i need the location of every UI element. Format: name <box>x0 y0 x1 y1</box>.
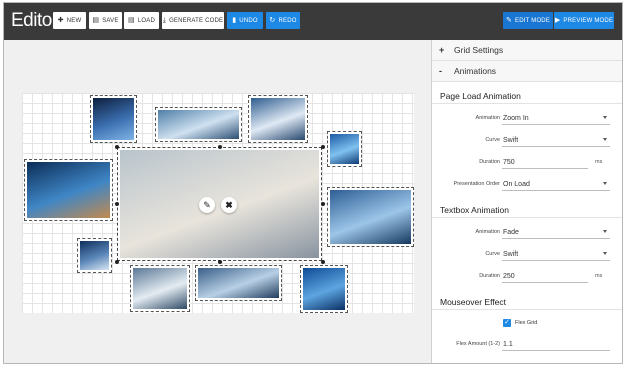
edit-image-button[interactable]: ✎ <box>199 197 215 213</box>
resize-handle-bottom[interactable] <box>218 260 222 264</box>
resize-handle-top[interactable] <box>218 145 222 149</box>
plus-icon: ✚ <box>57 17 64 24</box>
page-load-animation-title: Page Load Animation <box>432 82 622 104</box>
resize-handle-bottom-left[interactable] <box>115 260 119 264</box>
chevron-down-icon <box>603 116 607 119</box>
snowy-peaks-image <box>251 98 305 140</box>
chevron-down-icon <box>603 182 607 185</box>
road-sunset-image <box>120 150 319 258</box>
save-icon: ▤ <box>92 17 100 24</box>
tile-road-sunset[interactable] <box>117 147 322 261</box>
flex-amount-row: Flex Amount (1-2) 1.1 <box>432 334 622 356</box>
checkmark-icon: ✓ <box>504 319 510 326</box>
presentation-order-select[interactable]: On Load <box>502 178 610 191</box>
top-bar: Editor ✚ NEW ▤ SAVE ▤ LOAD ⤓ GENERATE CODE ▮… <box>4 3 622 40</box>
flex-amount-input[interactable]: 1.1 <box>502 338 610 351</box>
textbox-animation-row: Animation Fade <box>432 222 622 244</box>
accordion-animations[interactable]: - Animations <box>432 61 622 82</box>
page-load-animation-row: Animation Zoom In <box>432 108 622 130</box>
edit-mode-button[interactable]: ✎ EDIT MODE <box>503 12 553 29</box>
textbox-animation-title: Textbox Animation <box>432 196 622 218</box>
redo-icon: ↻ <box>269 17 276 24</box>
new-button[interactable]: ✚ NEW <box>53 12 86 29</box>
textbox-duration-row: Duration 250 ms <box>432 266 622 288</box>
download-icon: ⤓ <box>162 17 167 24</box>
app-title: Editor <box>11 10 58 31</box>
blue-tent-image <box>80 241 109 270</box>
page-load-curve-select[interactable]: Swift <box>502 134 610 147</box>
resize-handle-top-right[interactable] <box>321 145 325 149</box>
tile-golden-gate[interactable] <box>327 187 414 247</box>
canvas-workspace: ✎ ✖ <box>4 40 430 363</box>
chevron-down-icon <box>603 138 607 141</box>
edit-mode-icon: ✎ <box>505 17 513 24</box>
redo-button[interactable]: ↻ REDO <box>266 12 300 29</box>
preview-mode-button[interactable]: ▶ PREVIEW MODE <box>554 12 614 29</box>
snow-mountain-image <box>133 268 187 309</box>
collapse-icon: - <box>439 66 442 76</box>
tile-alpine-range[interactable] <box>195 265 282 301</box>
tile-mountain-lake[interactable] <box>155 107 242 142</box>
resize-handle-right[interactable] <box>321 202 325 206</box>
tile-snowy-peaks[interactable] <box>248 95 308 143</box>
chevron-down-icon <box>603 230 607 233</box>
resize-handle-top-left[interactable] <box>115 145 119 149</box>
save-button[interactable]: ▤ SAVE <box>89 12 122 29</box>
settings-panel: + Grid Settings - Animations Page Load A… <box>431 40 622 363</box>
textbox-animation-select[interactable]: Fade <box>502 226 610 239</box>
mountain-lake-image <box>158 110 239 139</box>
page-load-duration-row: Duration 750 ms <box>432 152 622 174</box>
lake-reflection-image <box>27 162 110 218</box>
tile-galaxy[interactable] <box>90 95 137 143</box>
flex-grid-checkbox[interactable]: ✓ <box>503 319 511 327</box>
trash-icon: ▮ <box>232 17 237 24</box>
golden-gate-image <box>330 190 411 244</box>
page-load-animation-select[interactable]: Zoom In <box>502 112 610 125</box>
close-icon: ✖ <box>225 199 233 210</box>
undo-button[interactable]: ▮ UNDO <box>227 12 263 29</box>
ice-cave-image <box>330 134 359 164</box>
tile-snow-mountain[interactable] <box>130 265 190 312</box>
alpine-range-image <box>198 268 279 298</box>
textbox-curve-select[interactable]: Swift <box>502 248 610 261</box>
generate-code-button[interactable]: ⤓ GENERATE CODE <box>162 12 224 29</box>
page-load-duration-input[interactable]: 750 <box>502 156 588 169</box>
editor-window: Editor ✚ NEW ▤ SAVE ▤ LOAD ⤓ GENERATE CODE ▮… <box>3 2 623 364</box>
tile-blue-tent[interactable] <box>77 238 112 273</box>
page-load-curve-row: Curve Swift <box>432 130 622 152</box>
pencil-icon: ✎ <box>203 199 211 210</box>
textbox-duration-input[interactable]: 250 <box>502 270 588 283</box>
tile-ice-cave[interactable] <box>327 131 362 167</box>
galaxy-image <box>93 98 134 140</box>
mouseover-effect-title: Mouseover Effect <box>432 288 622 310</box>
play-icon: ▶ <box>554 17 561 24</box>
expand-icon: + <box>439 45 445 55</box>
wave-image <box>303 268 345 310</box>
load-button[interactable]: ▤ LOAD <box>124 12 159 29</box>
tile-wave[interactable] <box>300 265 348 313</box>
tile-lake-reflection[interactable] <box>24 159 113 221</box>
load-icon: ▤ <box>128 17 135 24</box>
chevron-down-icon <box>603 252 607 255</box>
textbox-curve-row: Curve Swift <box>432 244 622 266</box>
resize-handle-bottom-right[interactable] <box>321 260 325 264</box>
presentation-order-row: Presentation Order On Load <box>432 174 622 196</box>
delete-image-button[interactable]: ✖ <box>221 197 237 213</box>
accordion-grid-settings[interactable]: + Grid Settings <box>432 40 622 61</box>
resize-handle-left[interactable] <box>115 202 119 206</box>
flex-grid-row: ✓ Flex Grid <box>503 319 538 327</box>
